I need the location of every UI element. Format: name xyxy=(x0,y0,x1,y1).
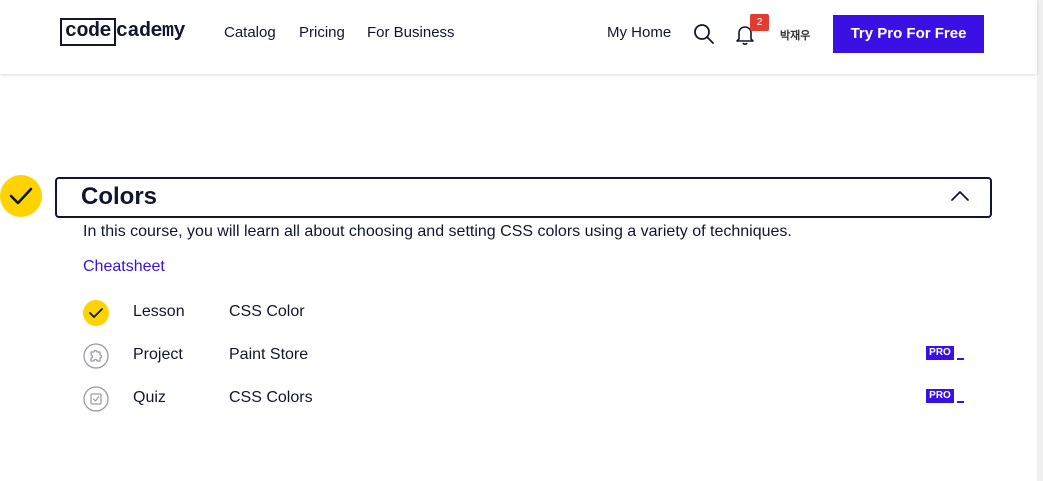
nav-catalog[interactable]: Catalog xyxy=(224,24,276,41)
module-completed-check-icon xyxy=(0,175,42,217)
user-name[interactable]: 박재우 xyxy=(780,27,810,43)
module-title: Colors xyxy=(81,183,158,210)
logo-left-text: code xyxy=(60,18,117,46)
item-name-css-colors[interactable]: CSS Colors xyxy=(229,389,313,407)
pro-badge: PRO xyxy=(926,389,954,403)
codecademy-logo[interactable]: code cademy xyxy=(60,18,186,46)
completed-check-icon xyxy=(83,300,109,326)
item-type-project: Project xyxy=(133,346,183,363)
chevron-up-icon[interactable] xyxy=(950,189,970,208)
item-name-paint-store[interactable]: Paint Store xyxy=(229,346,308,364)
cheatsheet-link[interactable]: Cheatsheet xyxy=(83,258,165,276)
top-navigation-bar: code cademy Catalog Pricing For Business… xyxy=(0,0,1037,74)
pro-badge-underline xyxy=(957,401,964,403)
try-pro-button[interactable]: Try Pro For Free xyxy=(833,15,984,53)
item-name-css-color[interactable]: CSS Color xyxy=(229,303,305,321)
nav-pricing[interactable]: Pricing xyxy=(299,24,345,41)
notification-badge: 2 xyxy=(750,14,769,31)
nav-my-home[interactable]: My Home xyxy=(607,24,671,41)
pro-badge-underline xyxy=(957,358,964,360)
item-type-lesson: Lesson xyxy=(133,303,185,320)
quiz-icon xyxy=(83,386,109,412)
project-puzzle-icon xyxy=(83,343,109,369)
module-accordion-header[interactable]: Colors xyxy=(55,177,992,218)
nav-for-business[interactable]: For Business xyxy=(367,24,455,41)
page-scrollbar[interactable] xyxy=(1037,0,1043,481)
logo-right-text: cademy xyxy=(116,20,186,43)
item-type-quiz: Quiz xyxy=(133,389,166,406)
search-icon[interactable] xyxy=(693,23,715,50)
pro-badge: PRO xyxy=(926,346,954,360)
module-description: In this course, you will learn all about… xyxy=(83,223,792,240)
